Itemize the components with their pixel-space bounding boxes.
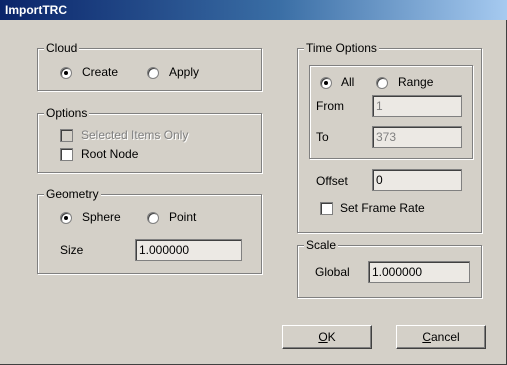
ok-button[interactable]: OK — [282, 325, 372, 349]
scale-group: Scale Global 1.000000 — [297, 238, 482, 298]
import-trc-dialog: ImportTRC Cloud Create Apply Options Sel… — [0, 0, 507, 365]
options-group: Options Selected Items Only Root Node — [37, 106, 262, 173]
geometry-legend: Geometry — [44, 187, 101, 201]
cancel-mnemonic: C — [422, 330, 431, 344]
ok-mnemonic: O — [318, 330, 328, 344]
window-title: ImportTRC — [5, 3, 67, 17]
ok-label: K — [327, 330, 336, 344]
time-options-legend: Time Options — [304, 41, 379, 55]
set-frame-rate-label[interactable]: Set Frame Rate — [340, 201, 425, 215]
to-input[interactable]: 373 — [372, 126, 462, 148]
selected-items-only-label[interactable]: Selected Items Only — [81, 128, 188, 142]
from-label: From — [316, 99, 344, 113]
time-all-label[interactable]: All — [341, 75, 354, 89]
cloud-create-radio[interactable] — [60, 67, 72, 79]
set-frame-rate-checkbox[interactable] — [320, 202, 333, 215]
size-input[interactable]: 1.000000 — [135, 239, 242, 261]
cloud-apply-radio[interactable] — [147, 67, 159, 79]
cancel-label: ancel — [430, 330, 460, 344]
offset-input[interactable]: 0 — [372, 169, 462, 191]
selected-items-only-checkbox[interactable] — [60, 129, 73, 142]
cancel-button[interactable]: Cancel — [396, 325, 486, 349]
offset-label: Offset — [316, 174, 348, 188]
size-label: Size — [60, 243, 84, 257]
cloud-apply-label[interactable]: Apply — [169, 65, 199, 79]
global-scale-input[interactable]: 1.000000 — [368, 261, 470, 283]
scale-legend: Scale — [304, 238, 339, 252]
geometry-group: Geometry Sphere Point Size 1.000000 — [37, 187, 262, 274]
to-label: To — [316, 130, 329, 144]
geometry-sphere-radio[interactable] — [60, 212, 72, 224]
geometry-sphere-label[interactable]: Sphere — [82, 210, 121, 224]
cloud-create-label[interactable]: Create — [82, 65, 118, 79]
geometry-point-radio[interactable] — [147, 212, 159, 224]
options-legend: Options — [44, 106, 90, 120]
from-input[interactable]: 1 — [372, 95, 462, 117]
time-options-group: Time Options All Range From 1 To 373 Off… — [297, 41, 482, 233]
time-range-radio[interactable] — [376, 77, 388, 89]
root-node-label[interactable]: Root Node — [81, 147, 138, 161]
global-label: Global — [315, 265, 350, 279]
cloud-group: Cloud Create Apply — [37, 41, 262, 91]
time-range-label[interactable]: Range — [398, 75, 433, 89]
geometry-point-label[interactable]: Point — [169, 210, 196, 224]
title-bar[interactable]: ImportTRC — [0, 0, 507, 20]
root-node-checkbox[interactable] — [60, 148, 73, 161]
cloud-legend: Cloud — [44, 41, 80, 55]
time-all-radio[interactable] — [320, 77, 332, 89]
